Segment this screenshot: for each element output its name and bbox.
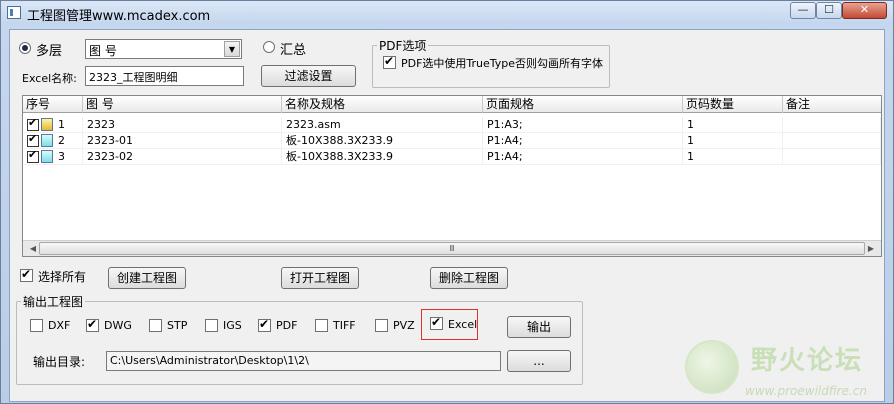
output-dir-input-value: C:\Users\Administrator\Desktop\1\2\: [110, 354, 309, 367]
pvz-checkbox[interactable]: [375, 319, 388, 332]
cell-page-count: 1: [683, 117, 783, 133]
window-title: 工程图管理www.mcadex.com: [27, 9, 211, 24]
maximize-button[interactable]: ☐: [816, 2, 842, 19]
cell-page-spec: P1:A4;: [483, 149, 683, 165]
select-all-label: 选择所有: [38, 270, 87, 284]
tiff-label: TIFF: [333, 319, 356, 332]
scroll-left-icon[interactable]: ◀: [27, 243, 39, 255]
open-drawing-button[interactable]: 打开工程图: [281, 267, 359, 289]
cell-drawing-no: 2323-02: [83, 149, 282, 165]
summary-radio-label: 汇总: [280, 43, 307, 58]
group-by-combo[interactable]: 图 号 ▼: [85, 39, 242, 59]
column-header-seq[interactable]: 序号: [23, 96, 83, 113]
excel-name-input-value: 2323_工程图明细: [89, 71, 178, 84]
truetype-checkbox-label: PDF选中使用TrueType否则勾画所有字体: [401, 57, 604, 70]
pdf-options-legend: PDF选项: [377, 37, 429, 54]
scroll-right-icon[interactable]: ▶: [865, 243, 877, 255]
cell-drawing-no: 2323-01: [83, 133, 282, 149]
cell-drawing-no: 2323: [83, 117, 282, 133]
column-header-page-spec[interactable]: 页面规格: [483, 96, 683, 113]
pdf-options-group: PDF选项 PDF选中使用TrueType否则勾画所有字体: [372, 37, 610, 88]
cell-name-spec: 板-10X388.3X233.9: [282, 149, 483, 165]
watermark-logo: 野火论坛 www.proewildfire.cn: [681, 334, 891, 404]
row-checkbox[interactable]: [27, 116, 39, 131]
watermark-url: www.proewildfire.cn: [745, 384, 867, 398]
cell-page-count: 1: [683, 133, 783, 149]
pdf-checkbox[interactable]: [258, 317, 271, 332]
cell-name-spec: 2323.asm: [282, 117, 483, 133]
igs-label: IGS: [223, 319, 242, 332]
output-drawing-group: 输出工程图 DXF DWG STP IGS PDF TIFF PVZ Excel…: [16, 293, 583, 385]
cell-remark: [783, 133, 881, 149]
cell-page-spec: P1:A4;: [483, 133, 683, 149]
row-checkbox[interactable]: [27, 132, 39, 147]
output-dir-label: 输出目录:: [33, 355, 86, 369]
app-icon: [7, 6, 21, 19]
filter-settings-button[interactable]: 过滤设置: [261, 65, 356, 87]
browse-button[interactable]: ...: [507, 350, 571, 372]
excel-name-input[interactable]: 2323_工程图明细: [85, 66, 244, 86]
flame-logo-icon: [685, 340, 739, 394]
igs-checkbox[interactable]: [205, 319, 218, 332]
row-checkbox[interactable]: [27, 148, 39, 163]
table-header: 序号 图 号 名称及规格 页面规格 页码数量 备注: [23, 96, 881, 113]
pdf-label: PDF: [276, 319, 298, 332]
title-bar[interactable]: 工程图管理www.mcadex.com — ☐ ✕: [1, 1, 893, 24]
cell-seq: 1: [54, 117, 83, 133]
dwg-label: DWG: [104, 319, 132, 332]
minimize-button[interactable]: —: [790, 2, 816, 19]
assembly-icon: [41, 118, 53, 131]
create-drawing-button[interactable]: 创建工程图: [108, 267, 186, 289]
cell-remark: [783, 117, 881, 133]
excel-name-label: Excel名称:: [22, 72, 77, 85]
stp-label: STP: [167, 319, 188, 332]
dxf-checkbox[interactable]: [30, 319, 43, 332]
output-dir-input[interactable]: C:\Users\Administrator\Desktop\1\2\: [106, 351, 501, 371]
multilayer-radio[interactable]: [19, 42, 31, 54]
table-row[interactable]: 2 2323-01 板-10X388.3X233.9 P1:A4; 1: [23, 132, 881, 149]
dwg-checkbox[interactable]: [86, 317, 99, 332]
delete-drawing-button[interactable]: 删除工程图: [430, 267, 508, 289]
dxf-label: DXF: [48, 319, 71, 332]
column-header-drawing-no[interactable]: 图 号: [83, 96, 282, 113]
column-header-name-spec[interactable]: 名称及规格: [282, 96, 483, 113]
chevron-down-icon[interactable]: ▼: [224, 41, 240, 57]
part-icon: [41, 134, 53, 147]
close-button[interactable]: ✕: [842, 2, 887, 19]
output-drawing-legend: 输出工程图: [21, 293, 86, 310]
horizontal-scrollbar[interactable]: ◀ Ⅲ ▶: [23, 240, 881, 256]
cell-remark: [783, 149, 881, 165]
table-row[interactable]: 1 2323 2323.asm P1:A3; 1: [23, 116, 881, 133]
summary-radio[interactable]: [263, 41, 275, 53]
excel-checkbox[interactable]: [430, 315, 443, 330]
truetype-checkbox[interactable]: [383, 54, 396, 69]
group-by-combo-value: 图 号: [89, 44, 117, 58]
tiff-checkbox[interactable]: [315, 319, 328, 332]
cell-page-count: 1: [683, 149, 783, 165]
scrollbar-thumb[interactable]: Ⅲ: [39, 242, 865, 255]
multilayer-radio-label: 多层: [36, 44, 63, 59]
cell-seq: 2: [54, 133, 83, 149]
table-row[interactable]: 3 2323-02 板-10X388.3X233.9 P1:A4; 1: [23, 148, 881, 165]
pvz-label: PVZ: [393, 319, 415, 332]
column-header-remark[interactable]: 备注: [783, 96, 881, 113]
export-button[interactable]: 输出: [507, 316, 571, 338]
drawing-list-table[interactable]: 序号 图 号 名称及规格 页面规格 页码数量 备注 1 2323 2323.as…: [22, 95, 882, 257]
part-icon: [41, 150, 53, 163]
app-window: 工程图管理www.mcadex.com — ☐ ✕ 多层 图 号 ▼ 汇总 Ex…: [0, 0, 894, 404]
cell-seq: 3: [54, 149, 83, 165]
cell-name-spec: 板-10X388.3X233.9: [282, 133, 483, 149]
stp-checkbox[interactable]: [149, 319, 162, 332]
select-all-checkbox[interactable]: [20, 267, 33, 282]
cell-page-spec: P1:A3;: [483, 117, 683, 133]
column-header-page-count[interactable]: 页码数量: [683, 96, 783, 113]
excel-label: Excel: [448, 318, 478, 331]
watermark-text: 野火论坛: [751, 346, 864, 376]
